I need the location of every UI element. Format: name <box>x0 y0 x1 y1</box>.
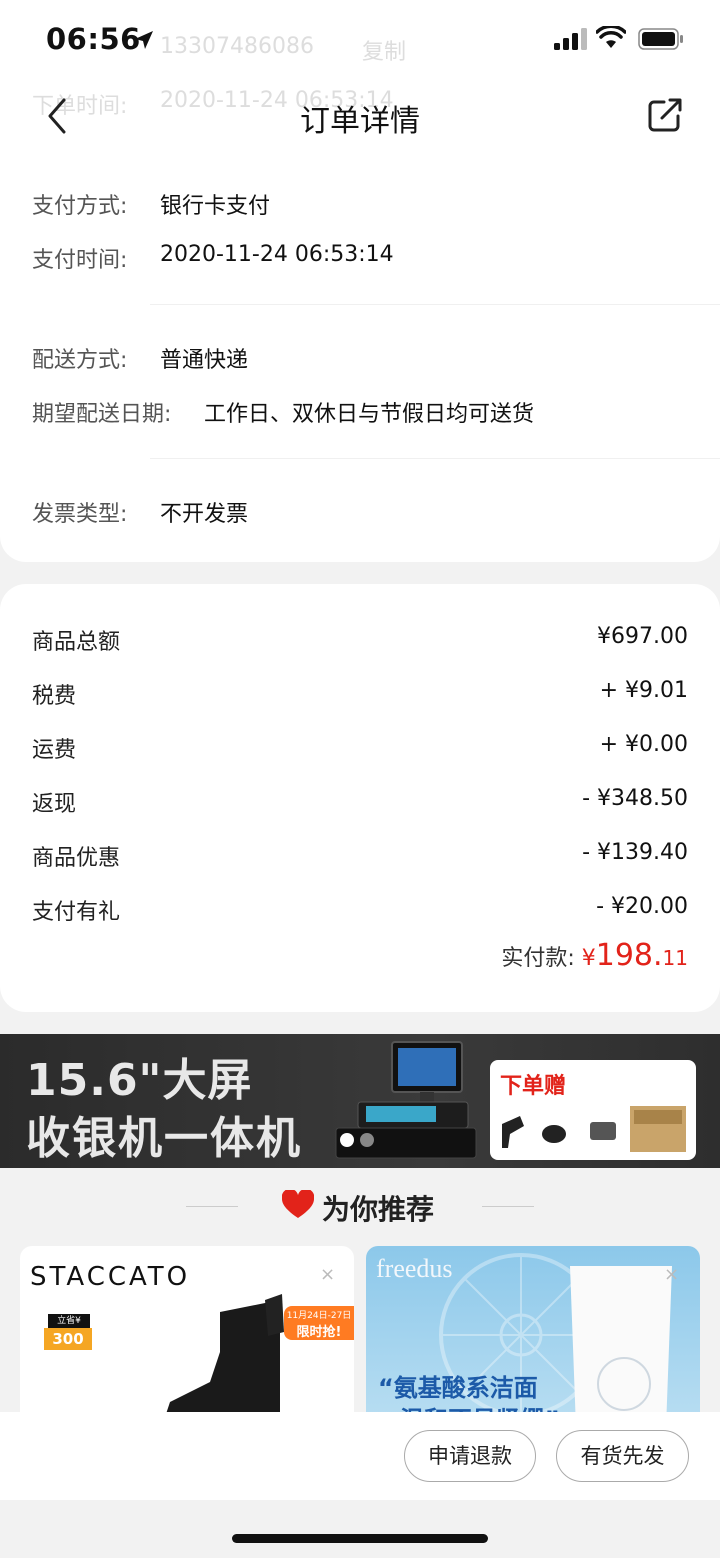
cellular-signal-icon <box>554 28 587 50</box>
amount-label: 运费 <box>32 738 77 763</box>
tag-label: 限时抢! <box>296 1325 342 1340</box>
amount-value: + ¥9.01 <box>599 678 688 703</box>
heart-icon <box>282 1190 314 1218</box>
recommend-title: 为你推荐 <box>322 1193 435 1226</box>
close-icon[interactable]: × <box>664 1264 679 1285</box>
carousel-dot-active <box>340 1133 354 1147</box>
amount-row: 税费 + ¥9.01 <box>32 678 688 709</box>
amount-value: - ¥348.50 <box>582 786 688 811</box>
delivery-row: 配送方式: 普通快递 <box>32 342 248 374</box>
amount-row: 商品总额 ¥697.00 <box>32 624 688 655</box>
delivery-label: 配送方式: <box>32 348 128 373</box>
divider <box>482 1206 534 1207</box>
wifi-icon <box>596 26 626 48</box>
paid-amount-dec: 11 <box>662 946 688 970</box>
delivery-value: 普通快递 <box>160 348 249 373</box>
amount-card: 商品总额 ¥697.00 税费 + ¥9.01 运费 + ¥0.00 返现 - … <box>0 584 720 1012</box>
tag-date: 11月24日-27日 <box>286 1311 352 1321</box>
amount-label: 税费 <box>32 684 77 709</box>
banner-line2: 收银机一体机 <box>26 1113 302 1164</box>
paid-label: 实付款: <box>501 946 575 971</box>
pay-method-value: 银行卡支付 <box>160 194 271 219</box>
share-icon[interactable] <box>646 96 684 134</box>
divider <box>150 458 720 459</box>
amount-row: 支付有礼 - ¥20.00 <box>32 894 688 925</box>
recommend-header: 为你推荐 <box>0 1168 720 1246</box>
gift-label: 下单赠 <box>500 1074 567 1099</box>
coupon-top: 立省¥ <box>48 1314 90 1328</box>
expected-date-row: 期望配送日期: 工作日、双休日与节假日均可送货 <box>32 396 534 428</box>
amount-label: 商品总额 <box>32 630 121 655</box>
status-time: 06:56 <box>46 22 141 56</box>
invoice-label: 发票类型: <box>32 502 128 527</box>
amount-value: - ¥20.00 <box>596 894 688 919</box>
pay-time-value: 2020-11-24 06:53:14 <box>160 242 394 267</box>
product-brand: STACCATO <box>30 1262 191 1292</box>
carousel-dot <box>360 1133 374 1147</box>
amount-label: 商品优惠 <box>32 846 121 871</box>
invoice-value: 不开发票 <box>160 502 249 527</box>
amount-value: - ¥139.40 <box>582 840 688 865</box>
close-icon[interactable]: × <box>320 1264 335 1285</box>
pay-time-label: 支付时间: <box>32 248 128 273</box>
pay-method-label: 支付方式: <box>32 194 128 219</box>
status-bar: 13307486086 复制 06:56 <box>0 0 720 80</box>
ghost-copy: 复制 <box>362 40 407 65</box>
nav-bar: 下单时间: 2020-11-24 06:53:14 订单详情 <box>0 80 720 156</box>
amount-value: + ¥0.00 <box>599 732 688 757</box>
amount-label: 返现 <box>32 792 77 817</box>
limited-tag: 11月24日-27日 限时抢! <box>284 1306 354 1340</box>
product-card[interactable]: freedus × “氨基酸系洁面 温和不易紧绷” <box>366 1246 700 1426</box>
banner-line1: 15.6"大屏 <box>26 1055 253 1106</box>
amount-row: 返现 - ¥348.50 <box>32 786 688 817</box>
boot-image <box>162 1294 284 1426</box>
product-card[interactable]: STACCATO × 立省¥ 300 11月24日-27日 限时抢! <box>20 1246 354 1426</box>
paid-amount-int: 198. <box>595 938 663 973</box>
gift-items-image <box>502 1106 686 1152</box>
promo-banner[interactable]: 15.6"大屏 收银机一体机 下单赠 <box>0 1034 720 1168</box>
amount-row: 商品优惠 - ¥139.40 <box>32 840 688 871</box>
ship-first-button[interactable]: 有货先发 <box>556 1430 689 1482</box>
pay-time-row: 支付时间: 2020-11-24 06:53:14 <box>32 242 394 274</box>
gift-box: 下单赠 <box>490 1060 696 1160</box>
page-title: 订单详情 <box>300 104 420 139</box>
product-slogan: “氨基酸系洁面 <box>378 1374 538 1402</box>
paid-total: 实付款: ¥198.11 <box>501 938 688 978</box>
invoice-row: 发票类型: 不开发票 <box>32 496 248 528</box>
carousel-dots <box>340 1132 380 1151</box>
home-indicator[interactable] <box>232 1534 488 1543</box>
bottom-action-bar: 申请退款 有货先发 <box>0 1412 720 1500</box>
expected-date-value: 工作日、双休日与节假日均可送货 <box>204 402 535 427</box>
location-arrow-icon <box>135 31 153 49</box>
expected-date-label: 期望配送日期: <box>32 402 172 427</box>
paid-currency: ¥ <box>581 946 596 971</box>
tube-image <box>570 1266 672 1426</box>
amount-label: 支付有礼 <box>32 900 121 925</box>
coupon-value: 300 <box>44 1328 92 1350</box>
amount-value: ¥697.00 <box>597 624 688 649</box>
pay-method-row: 支付方式: 银行卡支付 <box>32 188 270 220</box>
battery-icon <box>638 28 683 50</box>
divider <box>186 1206 238 1207</box>
amount-row: 运费 + ¥0.00 <box>32 732 688 763</box>
home-indicator-area <box>0 1500 720 1558</box>
ghost-phone: 13307486086 <box>160 34 314 59</box>
divider <box>150 304 720 305</box>
refund-button[interactable]: 申请退款 <box>404 1430 536 1482</box>
